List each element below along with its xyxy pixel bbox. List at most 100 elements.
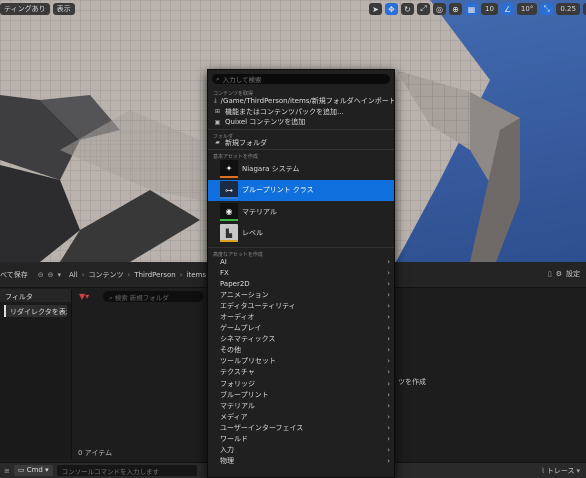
rotate-mode-icon[interactable]: ↻ [401,3,414,15]
chevron-down-icon: ▾ [576,466,580,475]
quixel-icon: ▣ [214,118,221,126]
scale-mode-icon[interactable]: ⤢ [417,3,430,15]
context-hint: ツを作成 [398,378,426,386]
breadcrumb-item[interactable]: All [69,271,78,279]
submenu-item[interactable]: フォリッジ › [208,378,394,389]
chevron-right-icon: › [387,346,390,355]
submenu-item[interactable]: 物理 › [208,456,394,467]
submenu-label: フォリッジ [220,379,255,388]
submenu-label: Paper2D [220,279,250,288]
menu-item-add-quixel[interactable]: ▣ Quixel コンテンツを追加 [208,117,394,128]
back-icon[interactable]: ⊝ [38,271,44,279]
move-mode-icon[interactable]: ✥ [385,3,398,15]
submenu-item[interactable]: Paper2D › [208,278,394,289]
lock-icon[interactable]: ▯ [548,270,552,278]
submenu-label: メディア [220,412,248,421]
chevron-right-icon: › [387,313,390,322]
settings-button[interactable]: 設定 [566,269,580,279]
chevron-right-icon: › [387,423,390,432]
select-mode-icon[interactable]: ➤ [369,3,382,15]
submenu-label: 入力 [220,446,234,455]
submenu-item[interactable]: エディタユーティリティ › [208,300,394,311]
show-redirectors-toggle[interactable]: リダイレクタを表示 [4,305,67,317]
rotation-snap-value[interactable]: 10° [516,3,538,15]
breadcrumb-item[interactable]: ThirdPerson [134,271,175,279]
chevron-right-icon: › [387,457,390,466]
filter-icon[interactable]: ▼▾ [79,292,89,301]
item-count: 0 アイテム [78,449,112,457]
blueprint-icon: ⊶ [220,181,238,200]
chevron-right-icon: › [387,435,390,444]
submenu-label: オーディオ [220,313,255,322]
chevron-right-icon: › [387,401,390,410]
submenu-item[interactable]: オーディオ › [208,311,394,322]
chevron-right-icon: › [387,279,390,288]
show-button[interactable]: 表示 [52,3,75,15]
breadcrumb-item[interactable]: items [187,271,206,279]
chevron-right-icon: › [387,257,390,266]
console-input[interactable]: コンソールコマンドを入力します [56,465,197,476]
section-folder: フォルダ [208,128,394,140]
grid-snap-value[interactable]: 10 [481,3,498,15]
history-icon[interactable]: ▾ [57,271,61,279]
chevron-right-icon: › [387,357,390,366]
submenu-label: ユーザーインターフェイス [220,423,304,432]
chevron-right-icon: › [387,390,390,399]
section-basic-assets: 基本アセットを作成 [208,149,394,160]
scale-snap-value[interactable]: 0.25 [556,3,580,15]
menu-item-level[interactable]: ▙ レベル [208,223,394,245]
submenu-label: ブループリント [220,390,269,399]
chevron-right-icon: › [387,335,390,344]
filter-header: フィルタ [0,289,71,302]
scale-snap-icon[interactable]: ⤡ [540,3,554,15]
cmd-selector[interactable]: ▭ Cmd ▾ [13,465,53,476]
menu-item-new-folder[interactable]: ▰ 新規フォルダ [208,138,394,149]
submenu-item[interactable]: メディア › [208,411,394,422]
submenu-item[interactable]: テクスチャ › [208,367,394,378]
submenu-item[interactable]: FX › [208,267,394,278]
menu-item-niagara-system[interactable]: ✦ Niagara システム [208,158,394,180]
world-local-icon[interactable]: ◎ [433,3,446,15]
menu-item-blueprint-class[interactable]: ⊶ ブループリント クラス [208,179,394,201]
submenu-label: アニメーション [220,290,269,299]
trace-button[interactable]: トレース [547,466,575,476]
submenu-item[interactable]: ツールプリセット › [208,356,394,367]
submenu-label: テクスチャ [220,368,255,377]
forward-icon[interactable]: ⊖ [48,271,54,279]
submenu-label: シネマティックス [220,335,276,344]
submenu-label: マテリアル [220,401,255,410]
niagara-icon: ✦ [220,159,238,178]
submenu-label: ツールプリセット [220,357,276,366]
submenu-item[interactable]: ブループリント › [208,389,394,400]
menu-search-input[interactable]: ⌕ 入力して検索 [212,74,390,84]
lighting-mode-button[interactable]: ティングあり [0,3,50,15]
menu-lines-icon[interactable]: ≡ [4,467,10,475]
submenu-item[interactable]: ゲームプレイ › [208,323,394,334]
grid-snap-icon[interactable]: ▦ [465,3,478,15]
chevron-right-icon: › [387,268,390,277]
chevron-right-icon: › [387,368,390,377]
submenu-label: FX [220,268,229,277]
submenu-label: ワールド [220,435,248,444]
menu-item-add-feature-pack[interactable]: ⊞ 機能またはコンテンツパックを追加... [208,107,394,118]
sources-panel: フィルタ リダイレクタを表示 [0,289,72,459]
submenu-item[interactable]: アニメーション › [208,289,394,300]
chevron-right-icon: › [387,446,390,455]
save-all-button[interactable]: べて保存 [0,270,28,280]
submenu-item[interactable]: その他 › [208,345,394,356]
submenu-item[interactable]: 入力 › [208,445,394,456]
submenu-item[interactable]: ワールド › [208,434,394,445]
breadcrumb-item[interactable]: コンテンツ [89,270,124,280]
submenu-item[interactable]: シネマティックス › [208,334,394,345]
rotation-snap-icon[interactable]: ∠ [500,3,514,15]
surface-snap-icon[interactable]: ⊕ [449,3,462,15]
submenu-item[interactable]: マテリアル › [208,400,394,411]
level-icon: ▙ [220,224,238,243]
menu-item-material[interactable]: ◉ マテリアル [208,201,394,223]
submenu-item[interactable]: ユーザーインターフェイス › [208,422,394,433]
asset-search-input[interactable]: ⌕ 検索 新規フォルダ [103,291,203,302]
gear-icon[interactable]: ⚙ [556,270,562,278]
advanced-asset-list: AI › FX › Paper2D › アニメーション › エディタユーティリティ › オーディオ ›… [208,256,394,467]
menu-item-import[interactable]: ⤓/Game/ThirdPerson/items/新規フォルダへインポート... [208,96,394,107]
console-icon: ▭ [17,466,27,474]
